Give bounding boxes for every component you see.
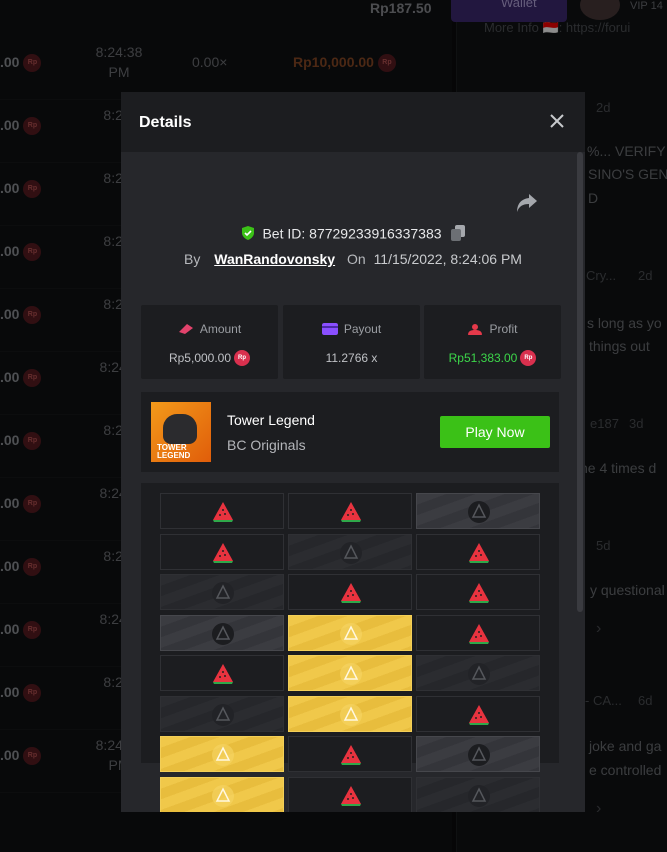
amount-icon bbox=[178, 323, 193, 334]
bet-id-label: Bet ID: bbox=[262, 225, 306, 242]
tower-tile bbox=[160, 533, 284, 570]
game-provider: BC Originals bbox=[227, 437, 306, 453]
tower-tile bbox=[416, 574, 540, 610]
play-now-button[interactable]: Play Now bbox=[440, 416, 550, 448]
watermelon-icon bbox=[341, 502, 361, 522]
bet-owner-row: By WanRandovonsky On 11/15/2022, 8:24:06… bbox=[121, 251, 585, 267]
thumb-title: TOWER LEGEND bbox=[157, 443, 191, 460]
stat-amount: Amount Rp5,000.00 Rp bbox=[141, 305, 278, 379]
stat-amount-label: Amount bbox=[199, 321, 242, 336]
details-modal: Details Bet ID: 87729233916337383 By Wan… bbox=[121, 92, 585, 812]
stat-profit-label: Profit bbox=[489, 321, 518, 336]
tower-tile bbox=[416, 533, 540, 570]
close-icon[interactable] bbox=[545, 109, 569, 133]
tower-tile bbox=[288, 614, 412, 651]
on-label: On bbox=[346, 251, 366, 267]
currency-rp-icon: Rp bbox=[234, 349, 251, 366]
watermelon-icon bbox=[213, 542, 233, 563]
tower-tile bbox=[160, 736, 284, 772]
stat-profit-value: Rp51,383.00 bbox=[448, 350, 518, 365]
app-root: .00 Rp 8:24:38 PM 0.00× Rp10,000.00 Rp .00 Rp 8:… bbox=[0, 0, 667, 852]
tower-tile bbox=[288, 776, 412, 812]
tower-tile bbox=[416, 776, 540, 812]
gem-icon bbox=[212, 744, 234, 766]
bomb-icon bbox=[212, 622, 234, 645]
tower-tile bbox=[416, 493, 540, 529]
profit-icon bbox=[468, 323, 483, 335]
stat-profit: Profit Rp51,383.00 Rp bbox=[424, 305, 561, 379]
by-label: By bbox=[184, 251, 201, 267]
hidden-tile-icon bbox=[212, 703, 234, 726]
tower-tile bbox=[288, 493, 412, 529]
watermelon-icon bbox=[341, 745, 361, 765]
tower-tile bbox=[288, 533, 412, 570]
stat-payout: Payout 11.2766 x bbox=[283, 305, 420, 379]
payout-icon bbox=[321, 322, 338, 335]
modal-scrollbar[interactable] bbox=[577, 152, 583, 612]
gem-icon bbox=[340, 703, 362, 726]
tower-tile bbox=[160, 776, 284, 812]
bet-id-row: Bet ID: 87729233916337383 bbox=[121, 224, 585, 242]
tower-tile bbox=[160, 614, 284, 651]
tower-board bbox=[141, 483, 559, 812]
gem-icon bbox=[340, 663, 362, 685]
tower-tile bbox=[416, 655, 540, 691]
tower-tile bbox=[416, 736, 540, 772]
copy-icon[interactable] bbox=[451, 225, 466, 242]
tower-tile bbox=[160, 493, 284, 529]
hidden-tile-icon bbox=[340, 541, 362, 564]
gem-icon bbox=[340, 622, 362, 645]
tower-tile bbox=[416, 695, 540, 732]
verified-shield-icon bbox=[241, 226, 254, 241]
bet-datetime: 11/15/2022, 8:24:06 PM bbox=[373, 251, 522, 267]
game-thumbnail[interactable]: TOWER LEGEND bbox=[151, 402, 211, 462]
tower-tile bbox=[160, 655, 284, 691]
tower-tile bbox=[288, 736, 412, 772]
username-link[interactable]: WanRandovonsky bbox=[214, 251, 335, 267]
watermelon-icon bbox=[469, 704, 489, 725]
watermelon-icon bbox=[469, 583, 489, 603]
tower-tile bbox=[288, 574, 412, 610]
watermelon-icon bbox=[213, 664, 233, 684]
gem-icon bbox=[212, 784, 234, 807]
watermelon-icon bbox=[341, 785, 361, 806]
watermelon-icon bbox=[341, 583, 361, 603]
tower-tile bbox=[160, 574, 284, 610]
modal-header: Details bbox=[121, 92, 585, 152]
gorilla-icon bbox=[163, 414, 197, 444]
watermelon-icon bbox=[469, 542, 489, 563]
bet-id-value: 87729233916337383 bbox=[309, 225, 442, 242]
tower-tile bbox=[288, 695, 412, 732]
tower-tile bbox=[416, 614, 540, 651]
hidden-tile-icon bbox=[468, 784, 490, 807]
tower-tile bbox=[288, 655, 412, 691]
game-card: TOWER LEGEND Tower Legend BC Originals P… bbox=[141, 392, 559, 472]
share-icon[interactable] bbox=[516, 193, 538, 213]
bomb-icon bbox=[468, 501, 490, 523]
watermelon-icon bbox=[469, 623, 489, 644]
stat-amount-value: Rp5,000.00 bbox=[168, 350, 232, 365]
modal-title: Details bbox=[139, 114, 192, 131]
hidden-tile-icon bbox=[212, 582, 234, 604]
game-name: Tower Legend bbox=[227, 412, 315, 428]
stat-payout-label: Payout bbox=[343, 321, 382, 336]
hidden-tile-icon bbox=[468, 663, 490, 685]
currency-rp-icon: Rp bbox=[520, 349, 537, 366]
stat-payout-value: 11.2766 x bbox=[325, 350, 378, 365]
watermelon-icon bbox=[213, 502, 233, 522]
bomb-icon bbox=[468, 744, 490, 766]
tower-tile bbox=[160, 695, 284, 732]
